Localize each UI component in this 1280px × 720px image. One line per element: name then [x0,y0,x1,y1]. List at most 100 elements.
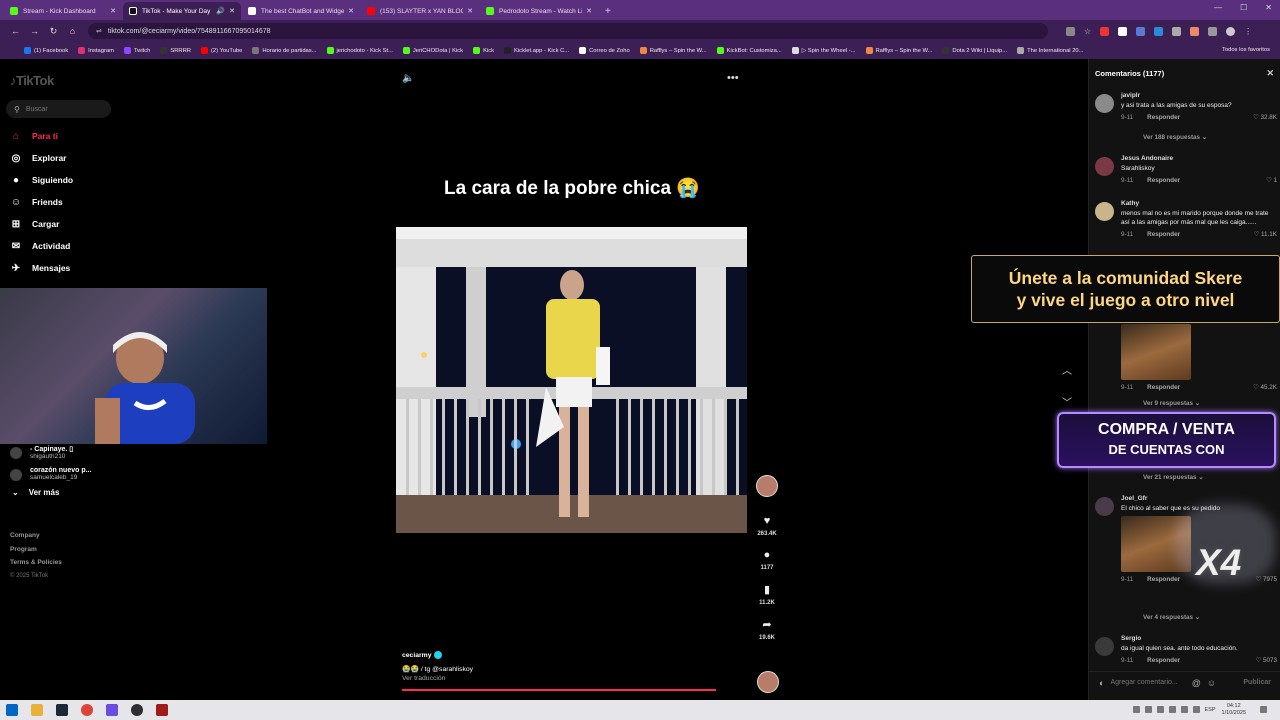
share-icon[interactable]: ➦ [755,618,779,631]
sidebar-item-actividad[interactable]: ✉ Actividad [10,235,73,257]
author-avatar[interactable] [756,475,778,497]
like-button[interactable]: ♡ 11.1K [1254,231,1277,238]
ver-mas-button[interactable]: ⌄ Ver más [12,488,91,497]
close-window-icon[interactable]: ✕ [1265,3,1272,12]
folder-icon[interactable] [31,704,43,716]
bookmark-item[interactable]: JeriCHODota | Kick [402,47,463,54]
bookmark-item[interactable]: SRRRR [160,47,191,54]
new-tab-button[interactable]: + [599,6,617,20]
extension-icon[interactable] [1172,26,1182,36]
notification-icon[interactable] [1260,706,1267,713]
site-info-icon[interactable]: ⇌ [96,27,102,35]
mention-icon[interactable]: @ [1192,678,1201,688]
obs-icon[interactable] [131,704,143,716]
close-icon[interactable]: ✕ [348,7,354,15]
minimize-icon[interactable]: — [1214,3,1222,12]
bookmark-item[interactable]: Correo de Zoho [579,47,630,54]
reply-button[interactable]: Responder [1147,177,1180,184]
home-icon[interactable]: ⌂ [63,26,82,36]
tray-icon[interactable] [1156,706,1164,713]
tab-chatbot[interactable]: The best ChatBot and Widgets ✕ [242,2,360,20]
extension-icon[interactable] [1136,26,1146,36]
menu-icon[interactable]: ⋮ [1244,27,1252,36]
bookmark-item[interactable]: Kicklet.app - Kick C... [504,47,569,54]
bookmark-item[interactable]: KickBot: Customiza... [716,47,782,54]
steam-icon[interactable] [56,704,68,716]
terms-link[interactable]: Terms & Policies [10,556,62,570]
dota-icon[interactable] [156,704,168,716]
publish-button[interactable]: Publicar [1243,679,1271,686]
avatar[interactable] [1095,637,1114,656]
view-replies-button[interactable]: Ver 188 respuestas ⌄ [1143,134,1207,141]
forward-icon[interactable]: → [25,26,44,36]
start-icon[interactable] [6,704,18,716]
tray-icon[interactable] [1144,706,1152,713]
following-item[interactable]: corazón nuevo p... samuelcaleb_19 [10,467,91,481]
close-icon[interactable]: ✕ [467,7,473,15]
close-icon[interactable]: ✕ [229,7,235,15]
bookmark-item[interactable]: jerichodoto - Kick St... [326,47,393,54]
volume-icon[interactable] [1192,706,1200,713]
bookmark-item[interactable]: (2) YouTube [201,47,242,54]
heart-icon[interactable]: ♥ [755,515,779,527]
sidebar-item-siguiendo[interactable]: ● Siguiendo [10,169,73,191]
tab-tiktok[interactable]: TikTok - Make Your Day 🔊 ✕ [123,2,241,20]
company-link[interactable]: Company [10,529,62,543]
bookmark-item[interactable]: Horario de partidas... [252,47,317,54]
view-replies-button[interactable]: Ver 9 respuestas ⌄ [1143,400,1200,407]
clock[interactable]: 04:12 1/10/2025 [1222,703,1246,716]
extension-icon[interactable] [1154,26,1164,36]
bookmark-item[interactable]: Rafflys – Spin the W... [639,47,707,54]
sidebar-item-para-ti[interactable]: ⌂ Para ti [10,125,73,147]
bookmark-item[interactable]: Dota 2 Wiki | Liquip... [942,47,1007,54]
install-icon[interactable] [1066,26,1075,36]
avatar[interactable] [1095,497,1114,516]
more-options-icon[interactable]: ••• [727,72,739,84]
url-field[interactable]: ⇌ tiktok.com/@ceciarmy/video/754891166709… [88,23,1048,39]
bookmark-item[interactable]: Twitch [123,47,150,54]
video-player[interactable] [396,227,747,533]
avatar[interactable] [1095,157,1114,176]
bookmark-item[interactable]: ▷ Spin the Wheel -... [791,47,856,54]
tray-icon[interactable] [1168,706,1176,713]
chevron-up-icon[interactable]: ︿ [1062,356,1072,388]
tab-youtube[interactable]: (153) SLAYTER x YAN BLOCK x✕ [361,2,479,20]
app-icon[interactable] [106,704,118,716]
extension-icon[interactable] [1100,26,1110,36]
translate-link[interactable]: Ver traducción [402,675,473,682]
author-username[interactable]: ceciarmy [402,651,473,659]
sidebar-item-friends[interactable]: ☺ Friends [10,191,73,213]
bookmark-item[interactable]: Rafflys – Spin the W... [865,47,932,54]
extension-icon[interactable] [1190,26,1200,36]
view-replies-button[interactable]: Ver 4 respuestas ⌄ [1143,614,1200,621]
view-replies-button[interactable]: Ver 21 respuestas ⌄ [1143,474,1204,481]
like-button[interactable]: ♡ 1 [1266,177,1277,184]
all-bookmarks-button[interactable]: Todos los favoritos [1222,47,1270,53]
comment-image[interactable] [1121,324,1191,380]
tab-kick-dashboard[interactable]: Stream - Kick Dashboard ✕ [4,2,122,20]
mute-tab-icon[interactable]: 🔊 [216,7,225,15]
sidebar-item-explorar[interactable]: ◎ Explorar [10,147,73,169]
profile-avatar[interactable] [1226,26,1236,36]
avatar[interactable] [1095,94,1114,113]
sidebar-item-mensajes[interactable]: ✈ Mensajes [10,257,73,279]
bookmark-item[interactable]: The International 20... [1017,47,1084,54]
bookmark-item[interactable]: (1) Facebook [24,47,68,54]
bookmark-item[interactable]: Kick [473,47,494,54]
reply-button[interactable]: Responder [1147,114,1180,121]
chrome-icon[interactable] [81,704,93,716]
following-item[interactable]: - Capinaye. ▯ shigauth210 [10,445,91,460]
bookmark-item[interactable]: Instagram [78,47,114,54]
sound-disc-avatar[interactable] [757,671,779,693]
back-icon[interactable]: ← [6,26,25,36]
reply-button[interactable]: Responder [1147,576,1180,583]
volume-icon[interactable]: 🔈 [402,73,414,84]
comment-input[interactable]: ◐ Agregar comentario... @ ☺ Publicar [1089,671,1280,693]
like-button[interactable]: ♡ 45.2K [1253,384,1277,391]
maximize-icon[interactable]: ☐ [1240,3,1247,12]
sidebar-item-cargar[interactable]: ⊞ Cargar [10,213,73,235]
close-icon[interactable]: ✕ [1266,68,1274,79]
avatar[interactable] [1095,202,1114,221]
bookmark-icon[interactable]: ▮ [755,583,779,596]
close-icon[interactable]: ✕ [110,7,116,15]
